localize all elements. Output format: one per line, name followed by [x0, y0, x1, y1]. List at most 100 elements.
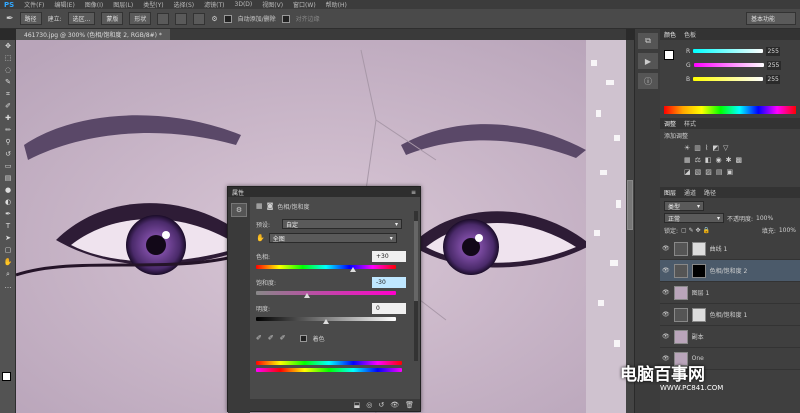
- delete-icon[interactable]: 🗑: [405, 401, 414, 409]
- fg-swatch[interactable]: [664, 50, 674, 60]
- crop-tool-icon[interactable]: ⌗: [0, 88, 16, 100]
- document-tab[interactable]: 461730.jpg @ 300% (色相/饱和度 2, RGB/8#) *: [16, 29, 170, 40]
- clip-icon[interactable]: ⬓: [354, 401, 361, 409]
- properties-scrollbar[interactable]: [414, 211, 418, 361]
- lightness-slider-thumb[interactable]: [323, 319, 329, 324]
- lightness-slider[interactable]: [256, 315, 396, 324]
- levels-icon[interactable]: ▥: [694, 144, 701, 152]
- layer-row[interactable]: 👁 图层 1: [660, 282, 800, 304]
- saturation-slider[interactable]: [256, 289, 396, 298]
- menu-select[interactable]: 选择(S): [174, 0, 195, 9]
- path-align-icon[interactable]: [175, 12, 188, 25]
- selection-button[interactable]: 选区...: [67, 12, 96, 25]
- align-edges-checkbox[interactable]: [281, 14, 290, 23]
- menu-help[interactable]: 帮助(H): [326, 0, 347, 9]
- properties-toggle-icon[interactable]: ⚙: [231, 203, 247, 217]
- visibility-icon[interactable]: 👁: [390, 401, 399, 409]
- colorize-checkbox[interactable]: [299, 334, 307, 342]
- more-tools-icon[interactable]: …: [0, 280, 16, 292]
- saturation-input[interactable]: -30: [372, 276, 406, 288]
- path-ops-icon[interactable]: [157, 12, 170, 25]
- b-slider[interactable]: [693, 77, 764, 81]
- eraser-tool-icon[interactable]: ▭: [0, 160, 16, 172]
- pen-tool-icon[interactable]: ✒: [0, 208, 16, 220]
- layer-row[interactable]: 👁 色相/饱和度 2: [660, 260, 800, 282]
- menu-image[interactable]: 图像(I): [85, 0, 103, 9]
- tab-channels[interactable]: 通道: [684, 188, 696, 197]
- pen-tool-icon[interactable]: ✒: [6, 14, 14, 24]
- menu-edit[interactable]: 编辑(E): [54, 0, 74, 9]
- shape-tool-icon[interactable]: ▢: [0, 244, 16, 256]
- hue-input[interactable]: +30: [372, 250, 406, 262]
- gradient-map-icon[interactable]: ▤: [716, 168, 723, 176]
- history-panel-icon[interactable]: ⧉: [638, 33, 658, 49]
- lightness-input[interactable]: 0: [372, 302, 406, 314]
- lock-icons[interactable]: ▢ ✎ ✥ 🔒: [681, 227, 710, 234]
- layer-kind-filter[interactable]: 类型 ▾: [664, 201, 704, 211]
- eye-icon[interactable]: 👁: [662, 245, 670, 252]
- fill-value[interactable]: 100%: [779, 227, 796, 234]
- hand-tool-icon[interactable]: ✋: [0, 256, 16, 268]
- menu-3d[interactable]: 3D(D): [235, 1, 253, 8]
- opacity-value[interactable]: 100%: [756, 215, 773, 222]
- eyedropper-plus-icon[interactable]: ✐: [268, 334, 274, 342]
- reset-icon[interactable]: ↺: [378, 401, 384, 409]
- menu-layer[interactable]: 图层(L): [113, 0, 133, 9]
- mode-select[interactable]: 路径: [19, 12, 42, 25]
- hue-sat-icon[interactable]: ▦: [684, 156, 691, 164]
- gear-icon[interactable]: ⚙: [211, 15, 217, 23]
- exposure-icon[interactable]: ◩: [712, 144, 719, 152]
- tab-layers[interactable]: 图层: [664, 188, 676, 197]
- eyedropper-tool-icon[interactable]: ✐: [0, 100, 16, 112]
- gradient-tool-icon[interactable]: ▤: [0, 172, 16, 184]
- brush-tool-icon[interactable]: ✏: [0, 124, 16, 136]
- hand-icon[interactable]: ✋: [256, 234, 265, 242]
- zoom-tool-icon[interactable]: ⌕: [0, 268, 16, 280]
- menu-file[interactable]: 文件(F): [24, 0, 44, 9]
- invert-icon[interactable]: ◪: [684, 168, 691, 176]
- stamp-tool-icon[interactable]: ⚲: [0, 136, 16, 148]
- type-tool-icon[interactable]: T: [0, 220, 16, 232]
- mask-icon[interactable]: ◙: [267, 202, 274, 210]
- eye-icon[interactable]: 👁: [662, 289, 670, 296]
- r-value[interactable]: 255: [766, 46, 781, 56]
- marquee-tool-icon[interactable]: ⬚: [0, 52, 16, 64]
- channel-mixer-icon[interactable]: ✱: [726, 156, 732, 164]
- g-slider[interactable]: [693, 63, 764, 67]
- vibrance-icon[interactable]: ▽: [723, 144, 728, 152]
- path-arrange-icon[interactable]: [193, 12, 206, 25]
- brightness-icon[interactable]: ☀: [684, 144, 690, 152]
- threshold-icon[interactable]: ▨: [705, 168, 712, 176]
- tab-styles[interactable]: 样式: [684, 119, 696, 128]
- shape-button[interactable]: 形状: [129, 12, 152, 25]
- actions-panel-icon[interactable]: ▶: [638, 53, 658, 69]
- canvas-vertical-scrollbar[interactable]: [626, 40, 634, 413]
- bw-icon[interactable]: ◧: [705, 156, 712, 164]
- blur-tool-icon[interactable]: ●: [0, 184, 16, 196]
- tab-paths[interactable]: 路径: [704, 188, 716, 197]
- auto-add-checkbox[interactable]: [223, 14, 232, 23]
- history-brush-icon[interactable]: ↺: [0, 148, 16, 160]
- menu-view[interactable]: 视图(V): [262, 0, 283, 9]
- photo-filter-icon[interactable]: ◉: [716, 156, 722, 164]
- eye-icon[interactable]: 👁: [662, 311, 670, 318]
- healing-tool-icon[interactable]: ✚: [0, 112, 16, 124]
- r-slider[interactable]: [693, 49, 764, 53]
- mask-button[interactable]: 蒙版: [101, 12, 124, 25]
- path-select-tool-icon[interactable]: ➤: [0, 232, 16, 244]
- lookup-icon[interactable]: ▩: [736, 156, 743, 164]
- tab-color[interactable]: 颜色: [664, 30, 676, 39]
- preset-select[interactable]: 自定 ▾: [282, 219, 402, 229]
- hue-slider[interactable]: [256, 263, 396, 272]
- eye-icon[interactable]: 👁: [662, 333, 670, 340]
- channel-select[interactable]: 全图 ▾: [268, 233, 397, 243]
- posterize-icon[interactable]: ▧: [695, 168, 702, 176]
- curves-icon[interactable]: ⌇: [705, 144, 708, 152]
- layer-row[interactable]: 👁 曲线 1: [660, 238, 800, 260]
- quick-select-tool-icon[interactable]: ✎: [0, 76, 16, 88]
- spectrum-bar[interactable]: [664, 106, 796, 114]
- dodge-tool-icon[interactable]: ◐: [0, 196, 16, 208]
- menu-filter[interactable]: 滤镜(T): [204, 0, 224, 9]
- eye-icon[interactable]: 👁: [662, 267, 670, 274]
- info-panel-icon[interactable]: ⓘ: [638, 73, 658, 89]
